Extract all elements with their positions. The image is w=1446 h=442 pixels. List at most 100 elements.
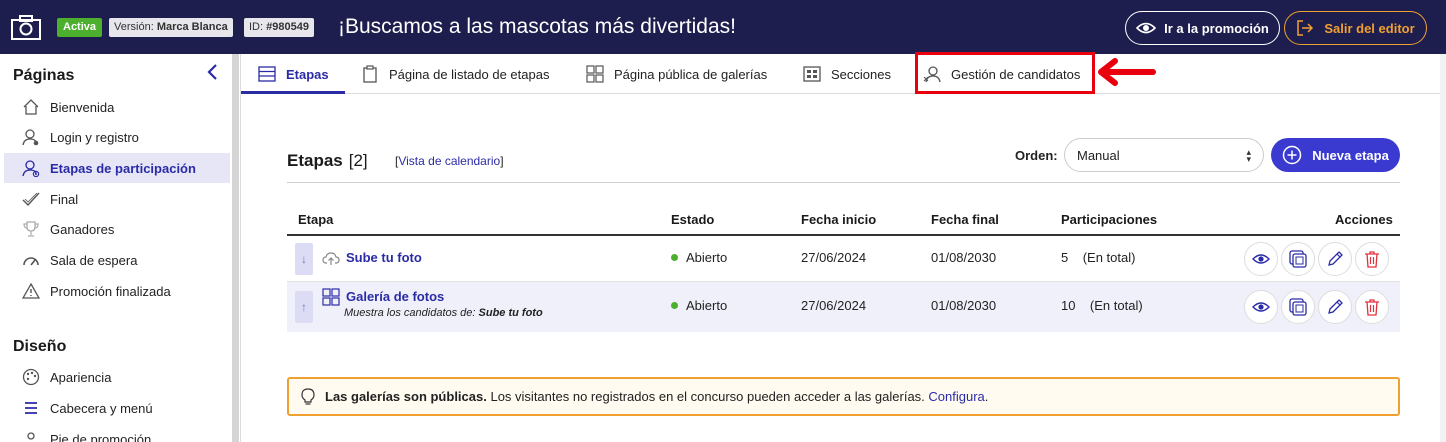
order-select[interactable]: Manual ▴ ▾ [1064,138,1264,172]
sidebar-item-ganadores[interactable]: Ganadores [4,214,230,244]
top-bar: Activa Versión: Marca Blanca ID: #980549… [0,0,1446,54]
status-badge: Activa [57,18,103,37]
stage-subtitle-prefix: Muestra los candidatos de: [344,307,476,319]
column-header-acciones: Acciones [1335,212,1393,227]
sidebar-item-label: Bienvenida [50,99,115,115]
stage-start-date: 27/06/2024 [801,250,867,265]
status-dot [671,254,678,262]
edit-button[interactable] [1318,290,1352,324]
user-stages-icon [22,159,40,177]
stage-participations: 5 (En total) [1061,250,1135,265]
sidebar-scrollbar[interactable] [232,54,239,442]
alert-bold: Las galerías son públicas. [325,389,487,404]
sidebar-item-pie[interactable]: Pie de promoción [4,424,230,442]
move-down-handle[interactable]: ↓ [295,243,313,275]
stage-name-link[interactable]: Sube tu foto [346,250,422,265]
alert-message: Los visitantes no registrados en el conc… [490,389,925,404]
clipboard-icon [361,65,379,83]
edit-icon [1328,251,1343,266]
version-label: Versión: [114,21,154,33]
tab-label: Página de listado de etapas [389,66,550,82]
sidebar-item-label: Promoción finalizada [50,283,171,299]
sidebar-item-final[interactable]: Final [4,184,230,214]
stage-status-text: Abierto [686,298,728,313]
participations-note: (En total) [1089,298,1143,313]
duplicate-button[interactable] [1281,290,1315,324]
participations-count: 10 [1061,298,1076,313]
configure-link[interactable]: Configura [928,389,984,404]
tab-secciones[interactable]: Secciones [803,54,891,94]
gallery-grid-icon [322,288,340,306]
table-row: ↓ Sube tu foto Abierto 27/06/2024 01/08/… [287,236,1400,282]
stage-start-date: 27/06/2024 [801,298,867,313]
highlight-annotation-box [915,52,1095,94]
column-header-participaciones: Participaciones [1061,212,1158,227]
edit-button[interactable] [1318,242,1352,276]
tab-bar: Etapas Página de listado de etapas Págin… [241,54,1446,94]
sidebar-item-label: Pie de promoción [50,431,152,442]
main-scrollbar[interactable] [1440,54,1446,442]
view-button[interactable] [1244,242,1278,276]
new-stage-button[interactable]: Nueva etapa [1271,138,1400,172]
page-title-text: Etapas [287,151,343,170]
pages-heading: Páginas [13,67,75,84]
sidebar-item-login[interactable]: Login y registro [4,122,230,152]
id-badge: ID: #980549 [244,18,314,37]
sidebar-item-apariencia[interactable]: Apariencia [4,362,230,392]
camera-icon [11,15,41,40]
participations-count: 5 [1061,250,1069,265]
palette-icon [22,368,40,386]
id-value: #980549 [266,21,309,33]
order-label: Orden: [1015,148,1058,163]
order-select-value: Manual [1077,147,1120,163]
gauge-icon [22,251,40,269]
version-value: Marca Blanca [156,21,228,33]
stage-end-date: 01/08/2030 [931,298,997,313]
sidebar-divider [240,54,241,442]
tab-listado-etapas[interactable]: Página de listado de etapas [361,54,549,94]
plus-circle-icon [1282,145,1302,165]
annotation-arrow-icon [1098,58,1156,86]
tab-etapas[interactable]: Etapas [258,54,329,94]
alert-text: Las galerías son públicas. Los visitante… [325,389,988,404]
tab-label: Etapas [286,66,329,82]
stage-subtitle: Muestra los candidatos de: Sube tu foto [344,307,543,319]
sidebar-item-label: Etapas de participación [50,160,196,176]
sidebar-item-etapas[interactable]: Etapas de participación [4,153,230,183]
sidebar-item-label: Sala de espera [50,252,138,268]
column-header-etapa: Etapa [298,212,334,227]
upload-cloud-icon [322,252,340,265]
stage-end-date: 01/08/2030 [931,250,997,265]
delete-button[interactable] [1355,290,1389,324]
design-heading: Diseño [13,338,67,355]
duplicate-button[interactable] [1281,242,1315,276]
stage-count: [2] [348,151,368,170]
go-to-promotion-label: Ir a la promoción [1164,20,1269,36]
sidebar-item-cabecera[interactable]: Cabecera y menú [4,393,230,423]
stage-name-link[interactable]: Galería de fotos [346,289,444,304]
column-header-fecha-inicio: Fecha inicio [801,212,877,227]
alert-end: . [984,389,989,404]
copy-icon [1289,298,1307,316]
calendar-view-link[interactable]: [Vista de calendario] [395,154,504,168]
lightbulb-icon [301,387,315,405]
new-stage-label: Nueva etapa [1312,147,1389,163]
sidebar-item-sala-espera[interactable]: Sala de espera [4,245,230,275]
exit-editor-button[interactable]: Salir del editor [1284,11,1427,45]
check-icon [22,190,40,208]
sidebar-item-bienvenida[interactable]: Bienvenida [4,92,230,122]
tab-label: Secciones [831,66,891,82]
eye-icon [1252,302,1270,312]
sidebar-item-promocion-finalizada[interactable]: Promoción finalizada [4,276,230,306]
delete-button[interactable] [1355,242,1389,276]
tab-pagina-publica-galerias[interactable]: Página pública de galerías [586,54,767,94]
warning-icon [22,282,40,300]
collapse-sidebar-chevron-icon[interactable] [205,63,219,81]
move-up-handle[interactable]: ↑ [295,291,313,323]
page-title: Etapas [2] [287,151,368,171]
stage-status: Abierto [671,298,727,313]
exit-editor-label: Salir del editor [1324,20,1415,36]
go-to-promotion-button[interactable]: Ir a la promoción [1125,11,1280,45]
view-button[interactable] [1244,290,1278,324]
layout-icon [803,65,821,83]
